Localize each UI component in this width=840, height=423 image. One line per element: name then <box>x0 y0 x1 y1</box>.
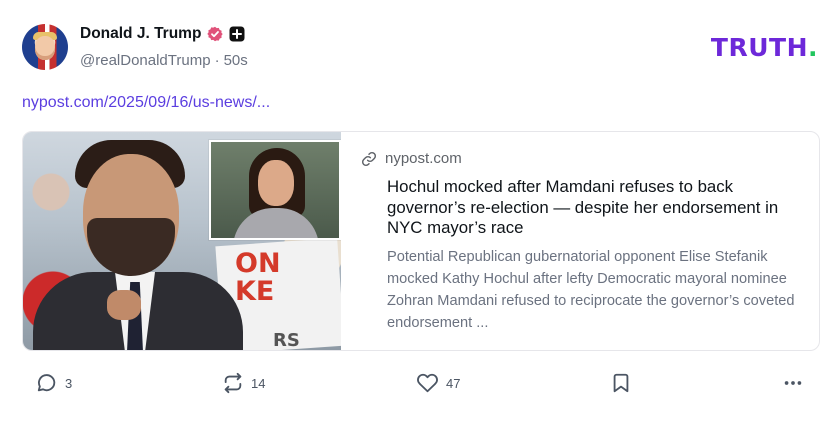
author-meta: @realDonaldTrump · 50s <box>80 52 248 69</box>
author-handle[interactable]: @realDonaldTrump <box>80 52 211 69</box>
post-time[interactable]: 50s <box>224 52 248 69</box>
bookmark-button[interactable] <box>610 372 632 394</box>
link-icon <box>361 151 377 167</box>
retruth-button[interactable]: 14 <box>222 372 265 394</box>
card-headline[interactable]: Hochul mocked after Mamdani refuses to b… <box>387 177 807 239</box>
bookmark-icon <box>613 373 629 393</box>
post-url-link[interactable]: nypost.com/2025/09/16/us-news/... <box>22 94 270 112</box>
card-description: Potential Republican gubernatorial oppon… <box>387 249 795 331</box>
retruth-icon <box>224 372 242 394</box>
inset-photo <box>209 140 341 240</box>
retruth-count: 14 <box>251 375 266 391</box>
verified-badge-icon <box>207 26 224 42</box>
like-count: 47 <box>446 375 461 391</box>
reply-count: 3 <box>65 375 73 391</box>
meta-separator: · <box>214 52 220 69</box>
heart-icon <box>417 373 438 393</box>
sign-text-2: RS <box>273 330 300 350</box>
sign-text: ON KE <box>235 248 281 308</box>
post-actions: 3 14 47 <box>0 370 840 400</box>
link-preview-card[interactable]: ON KE RS nypost.com Hochul mocked after … <box>22 131 820 351</box>
author-name-row: Donald J. Trump <box>80 25 245 43</box>
comment-icon <box>37 374 56 392</box>
card-source-row: nypost.com <box>361 150 462 167</box>
article-image: ON KE RS <box>23 132 341 350</box>
author-name[interactable]: Donald J. Trump <box>80 25 201 43</box>
author-avatar[interactable] <box>22 24 68 70</box>
more-options-button[interactable] <box>782 372 804 394</box>
truth-logo[interactable]: TRUTH. <box>711 33 818 62</box>
like-button[interactable]: 47 <box>416 372 460 394</box>
more-icon <box>784 381 802 385</box>
card-source: nypost.com <box>385 150 462 167</box>
reply-button[interactable]: 3 <box>36 372 72 394</box>
plus-badge-icon <box>229 26 245 42</box>
